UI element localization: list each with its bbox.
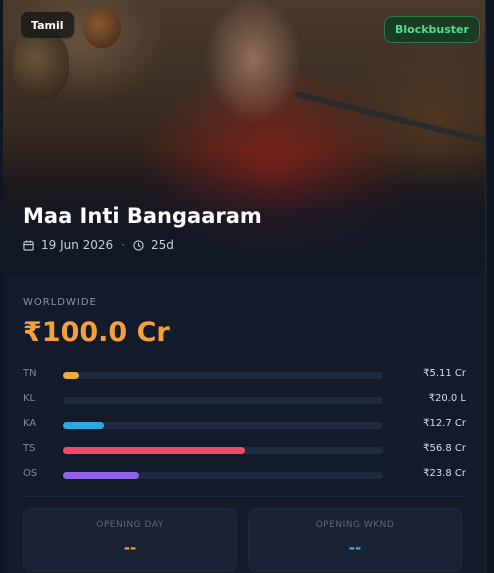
region-value: ₹12.7 Cr — [423, 418, 466, 429]
region-value: ₹20.0 L — [428, 393, 466, 404]
opening-day-label: OPENING DAY — [96, 520, 164, 530]
region-code: KA — [23, 418, 37, 429]
movie-card[interactable]: Tamil Blockbuster Maa Inti Bangaaram 19 … — [3, 0, 486, 573]
poster-decor — [83, 8, 121, 48]
worldwide-label: WORLDWIDE — [23, 297, 97, 308]
region-row: TN ₹5.11 Cr — [23, 368, 468, 393]
clock-icon — [133, 239, 144, 251]
opening-weekend-box: OPENING WKND -- — [248, 508, 462, 572]
opening-weekend-label: OPENING WKND — [315, 520, 395, 530]
region-row: KL ₹20.0 L — [23, 393, 468, 418]
opening-day-box: OPENING DAY -- — [23, 508, 237, 572]
region-bar-track — [63, 422, 383, 429]
region-value: ₹23.8 Cr — [423, 468, 466, 479]
region-value: ₹5.11 Cr — [423, 368, 466, 379]
poster-decor — [13, 30, 69, 100]
meta-separator: · — [121, 238, 126, 252]
days-running: 25d — [151, 238, 174, 252]
region-code: TN — [23, 368, 37, 379]
region-code: KL — [23, 393, 36, 404]
region-code: TS — [23, 443, 36, 454]
worldwide-value: ₹100.0 Cr — [23, 317, 170, 348]
poster-decor — [295, 90, 485, 146]
movie-meta: 19 Jun 2026 · 25d — [23, 238, 174, 252]
region-bar-track — [63, 472, 383, 479]
release-date: 19 Jun 2026 — [41, 238, 114, 252]
region-value: ₹56.8 Cr — [423, 443, 466, 454]
region-bar-track — [63, 372, 383, 379]
region-bar-fill — [63, 447, 245, 454]
region-breakdown: TN ₹5.11 Cr KL ₹20.0 L KA ₹12.7 Cr TS ₹5… — [23, 368, 468, 493]
region-row: OS ₹23.8 Cr — [23, 468, 468, 493]
section-divider — [23, 496, 464, 497]
language-badge: Tamil — [20, 11, 75, 39]
movie-title: Maa Inti Bangaaram — [23, 204, 262, 228]
region-bar-fill — [63, 422, 104, 429]
verdict-badge: Blockbuster — [384, 16, 480, 43]
region-bar-track — [63, 447, 383, 454]
region-row: TS ₹56.8 Cr — [23, 443, 468, 468]
opening-weekend-value: -- — [348, 539, 362, 557]
region-code: OS — [23, 468, 38, 479]
opening-day-value: -- — [123, 539, 137, 557]
region-bar-fill — [63, 372, 80, 379]
region-bar-fill — [63, 472, 140, 479]
calendar-icon — [23, 239, 34, 251]
region-row: KA ₹12.7 Cr — [23, 418, 468, 443]
region-bar-track — [63, 397, 383, 404]
